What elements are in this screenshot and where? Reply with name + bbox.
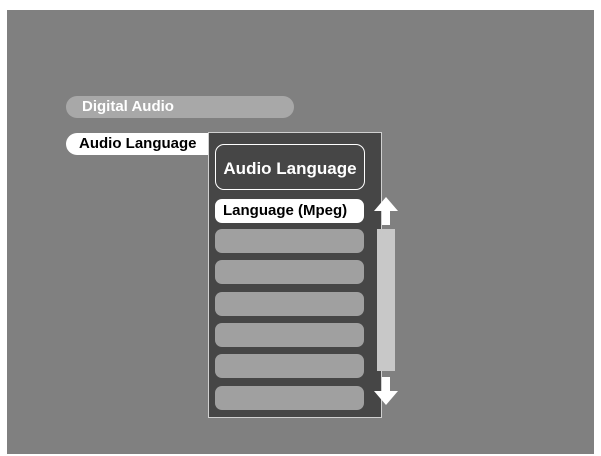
menu-item-digital-audio[interactable]: Digital Audio xyxy=(66,96,294,118)
arrow-up-icon[interactable] xyxy=(372,195,400,227)
panel-title: Audio Language xyxy=(215,144,365,190)
osd-screen: Digital Audio Audio Language Audio Langu… xyxy=(7,10,594,454)
option-empty-slot[interactable] xyxy=(215,229,364,253)
option-language-mpeg[interactable]: Language (Mpeg) xyxy=(215,199,364,223)
option-empty-slot[interactable] xyxy=(215,292,364,316)
option-empty-slot[interactable] xyxy=(215,354,364,378)
arrow-down-icon[interactable] xyxy=(372,375,400,407)
menu-item-audio-language[interactable]: Audio Language xyxy=(66,133,211,155)
option-empty-slot[interactable] xyxy=(215,260,364,284)
audio-language-panel: Audio Language Language (Mpeg) xyxy=(208,132,398,418)
scrollbar-track[interactable] xyxy=(377,229,395,371)
option-empty-slot[interactable] xyxy=(215,323,364,347)
option-empty-slot[interactable] xyxy=(215,386,364,410)
